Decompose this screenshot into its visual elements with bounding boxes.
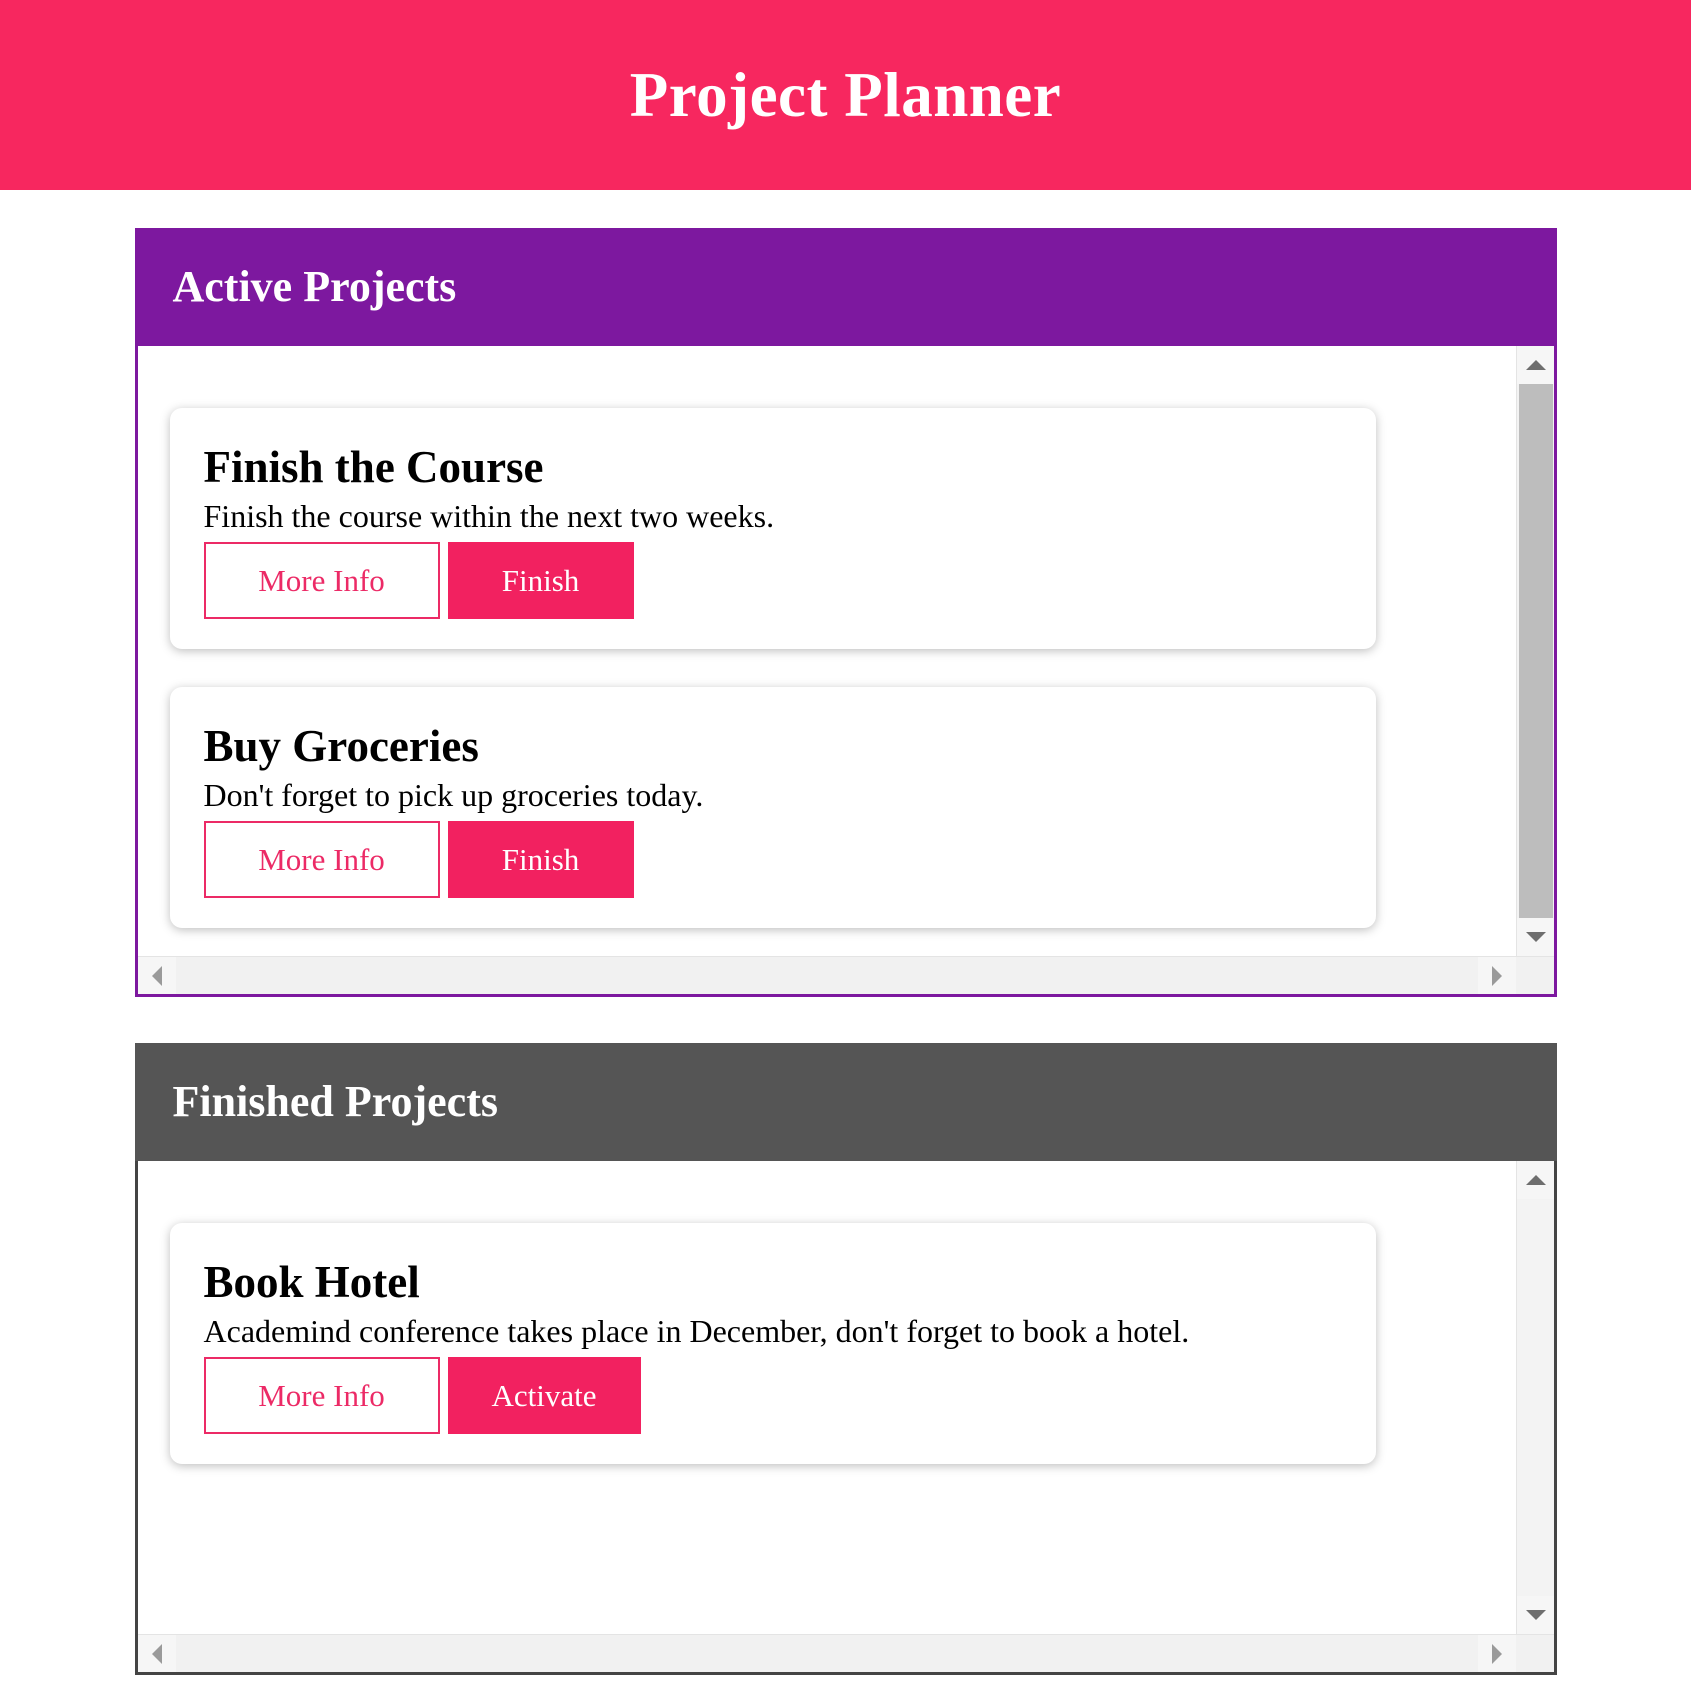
project-list-finished: Book Hotel Academind conference takes pl… xyxy=(138,1161,1516,1634)
activate-button[interactable]: Activate xyxy=(447,1356,641,1434)
project-description: Don't forget to pick up groceries today. xyxy=(203,776,704,813)
panel-body-active-projects: Finish the Course Finish the course with… xyxy=(134,346,1557,997)
scroll-up-icon xyxy=(1525,360,1546,370)
more-info-button[interactable]: More Info xyxy=(203,1356,440,1434)
finish-button[interactable]: Finish xyxy=(447,541,634,619)
project-list-active: Finish the Course Finish the course with… xyxy=(138,346,1516,956)
scroll-left-button[interactable] xyxy=(137,957,176,994)
project-title: Finish the Course xyxy=(203,442,544,492)
project-card: Book Hotel Academind conference takes pl… xyxy=(169,1223,1376,1464)
project-actions: More Info Finish xyxy=(203,541,1342,619)
scroll-right-icon xyxy=(1491,1644,1502,1664)
scroll-right-button[interactable] xyxy=(1477,957,1516,994)
finish-button[interactable]: Finish xyxy=(447,820,634,898)
project-description: Finish the course within the next two we… xyxy=(203,497,775,534)
project-title: Book Hotel xyxy=(203,1257,420,1307)
horizontal-scrollbar[interactable] xyxy=(137,1634,1554,1672)
scroll-left-button[interactable] xyxy=(137,1635,176,1672)
panel-active-projects: Active Projects Finish the Course Finish… xyxy=(134,228,1557,997)
scroll-right-button[interactable] xyxy=(1477,1635,1516,1672)
vertical-scrollbar[interactable] xyxy=(1515,1161,1554,1634)
project-description: Academind conference takes place in Dece… xyxy=(203,1312,1190,1349)
more-info-button[interactable]: More Info xyxy=(203,820,440,898)
vertical-scrollbar[interactable] xyxy=(1515,346,1554,956)
scroll-down-button[interactable] xyxy=(1516,1596,1554,1634)
scroll-down-icon xyxy=(1525,1610,1546,1620)
page-title: Project Planner xyxy=(629,59,1062,130)
panel-finished-projects: Finished Projects Book Hotel Academind c… xyxy=(134,1043,1557,1675)
project-card: Finish the Course Finish the course with… xyxy=(169,408,1376,649)
panel-title-active-projects: Active Projects xyxy=(172,262,457,311)
scroll-up-button[interactable] xyxy=(1516,346,1554,384)
page-content: Active Projects Finish the Course Finish… xyxy=(0,228,1691,1675)
panel-title-finished-projects: Finished Projects xyxy=(172,1077,499,1126)
scroll-left-icon xyxy=(151,966,162,986)
more-info-button[interactable]: More Info xyxy=(203,541,440,619)
scroll-right-icon xyxy=(1491,966,1502,986)
project-actions: More Info Activate xyxy=(203,1356,1342,1434)
panel-body-finished-projects: Book Hotel Academind conference takes pl… xyxy=(134,1161,1557,1675)
scroll-up-button[interactable] xyxy=(1516,1161,1554,1199)
scroll-left-icon xyxy=(151,1644,162,1664)
panel-header-finished-projects: Finished Projects xyxy=(134,1043,1557,1161)
scroll-up-icon xyxy=(1525,1175,1546,1185)
vertical-scrollbar-thumb[interactable] xyxy=(1518,384,1553,918)
project-actions: More Info Finish xyxy=(203,820,1342,898)
panel-header-active-projects: Active Projects xyxy=(134,228,1557,346)
horizontal-scrollbar[interactable] xyxy=(137,956,1554,994)
project-card: Buy Groceries Don't forget to pick up gr… xyxy=(169,686,1376,928)
scroll-down-button[interactable] xyxy=(1516,918,1554,956)
project-title: Buy Groceries xyxy=(203,720,479,771)
app-header: Project Planner xyxy=(0,0,1691,190)
scroll-down-icon xyxy=(1525,932,1546,942)
